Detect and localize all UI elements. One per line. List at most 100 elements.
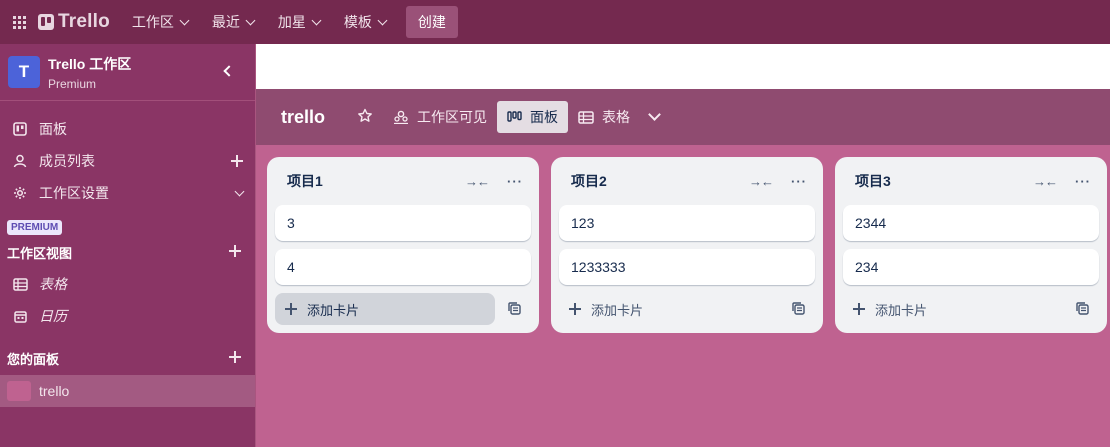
card-template-icon[interactable] [1076,302,1089,315]
chevron-down-icon [234,186,245,196]
create-button[interactable]: 创建 [405,6,458,38]
add-member-button[interactable] [231,145,243,177]
card-template-icon[interactable] [792,302,805,315]
plus-icon [569,303,581,315]
list-column: 项目3 →← ··· 2344 234 添加卡片 [835,157,1107,333]
card[interactable]: 1233333 [559,249,815,285]
sidebar-item-workspace-settings[interactable]: 工作区设置 [0,177,255,209]
list-title[interactable]: 项目2 [571,171,607,191]
nav-menu-label: 工作区 [131,14,174,30]
table-icon [12,276,28,292]
add-card-button[interactable]: 添加卡片 [843,293,1063,325]
gear-icon [12,185,28,201]
add-card-label: 添加卡片 [307,302,360,318]
visibility-label: 工作区可见 [417,109,488,125]
add-view-button[interactable] [229,245,241,257]
member-icon [12,153,28,169]
nav-menu-recent[interactable]: 最近 [202,6,264,38]
sidebar-board-trello[interactable]: trello [0,375,255,407]
add-board-button[interactable] [229,351,241,363]
sidebar-view-calendar[interactable]: 日历 [0,300,255,332]
trello-logo[interactable]: Trello [38,0,110,44]
list-title[interactable]: 项目3 [855,171,891,191]
more-views-chevron-icon[interactable] [648,108,661,121]
nav-menu-label: 最近 [211,14,240,30]
board-thumbnail [7,381,31,401]
sidebar-item-label: 日历 [39,308,67,324]
premium-badge: PREMIUM [7,220,63,235]
collapse-list-icon[interactable]: →← [1033,174,1058,189]
list-more-icon[interactable]: ··· [791,174,807,189]
workspace-plan: Premium [48,76,97,91]
list-column: 项目2 →← ··· 123 1233333 添加卡片 [551,157,823,333]
chevron-down-icon [311,15,322,25]
sidebar-view-table[interactable]: 表格 [0,268,255,300]
card[interactable]: 123 [559,205,815,241]
workspace-name: Trello 工作区 [48,55,132,72]
collapse-sidebar-icon[interactable] [223,65,235,77]
app-grid-icon [12,15,26,29]
expand-settings-button[interactable] [234,177,245,209]
card[interactable]: 3 [275,205,531,241]
nav-menu-label: 加星 [277,14,306,30]
list-header[interactable]: 项目2 →← ··· [559,157,815,205]
workspace-members-icon [393,110,409,124]
trello-logo-icon [38,14,54,30]
visibility-button[interactable]: 工作区可见 [383,101,497,133]
add-card-label: 添加卡片 [591,302,644,318]
sidebar-item-label: 表格 [39,276,67,292]
workspace-views-title: 工作区视图 [7,246,73,261]
nav-menu-label: 模板 [343,14,372,30]
list-title[interactable]: 项目1 [287,171,323,191]
table-icon [578,110,594,124]
list-header[interactable]: 项目1 →← ··· [275,157,531,205]
chevron-down-icon [245,15,256,25]
top-navigation-bar: Trello 工作区 最近 加星 模板 创建 [0,0,1110,44]
star-board-button[interactable] [347,101,383,133]
workspace-sidebar: T Trello 工作区 Premium 面板 成员列表 工作区设置 PREMI… [0,44,256,447]
list-more-icon[interactable]: ··· [1075,174,1091,189]
nav-menu-workspaces[interactable]: 工作区 [122,6,198,38]
board-icon [12,121,28,137]
collapse-list-icon[interactable]: →← [749,174,774,189]
star-icon [357,108,373,127]
plus-icon [853,303,865,315]
sidebar-item-members[interactable]: 成员列表 [0,145,255,177]
app-switcher-button[interactable] [0,0,38,44]
board-header: trello 工作区可见 面板 表格 [256,89,1110,145]
view-switch-table[interactable]: 表格 [568,101,640,133]
card[interactable]: 234 [843,249,1099,285]
sidebar-board-label: trello [39,383,70,399]
list-header[interactable]: 项目3 →← ··· [843,157,1099,205]
sidebar-item-boards[interactable]: 面板 [0,113,255,145]
sidebar-item-label: 面板 [39,121,67,137]
sidebar-item-label: 工作区设置 [39,185,109,201]
your-boards-title: 您的面板 [7,352,60,367]
sidebar-item-label: 成员列表 [39,153,95,169]
card[interactable]: 2344 [843,205,1099,241]
calendar-icon [12,308,28,324]
card-template-icon[interactable] [508,302,521,315]
view-switch-label: 表格 [602,109,631,125]
board-title[interactable]: trello [281,107,325,128]
board-canvas: 项目1 →← ··· 3 4 添加卡片 项目2 →← ··· 123 12333… [256,145,1110,447]
workspace-header: T Trello 工作区 Premium [0,44,255,101]
add-card-button[interactable]: 添加卡片 [559,293,779,325]
plus-icon [231,155,243,167]
board-view-icon [507,111,522,123]
add-card-label: 添加卡片 [875,302,928,318]
card[interactable]: 4 [275,249,531,285]
announcement-banner-area [256,44,1110,89]
trello-logo-text: Trello [58,11,110,32]
view-switch-label: 面板 [530,109,559,125]
chevron-down-icon [179,15,190,25]
view-switch-board[interactable]: 面板 [497,101,569,133]
add-card-button[interactable]: 添加卡片 [275,293,495,325]
nav-menu-starred[interactable]: 加星 [268,6,330,38]
list-more-icon[interactable]: ··· [507,174,523,189]
chevron-down-icon [377,15,388,25]
plus-icon [285,303,297,315]
collapse-list-icon[interactable]: →← [465,174,490,189]
nav-menu-templates[interactable]: 模板 [334,6,396,38]
workspace-avatar: T [8,56,40,88]
